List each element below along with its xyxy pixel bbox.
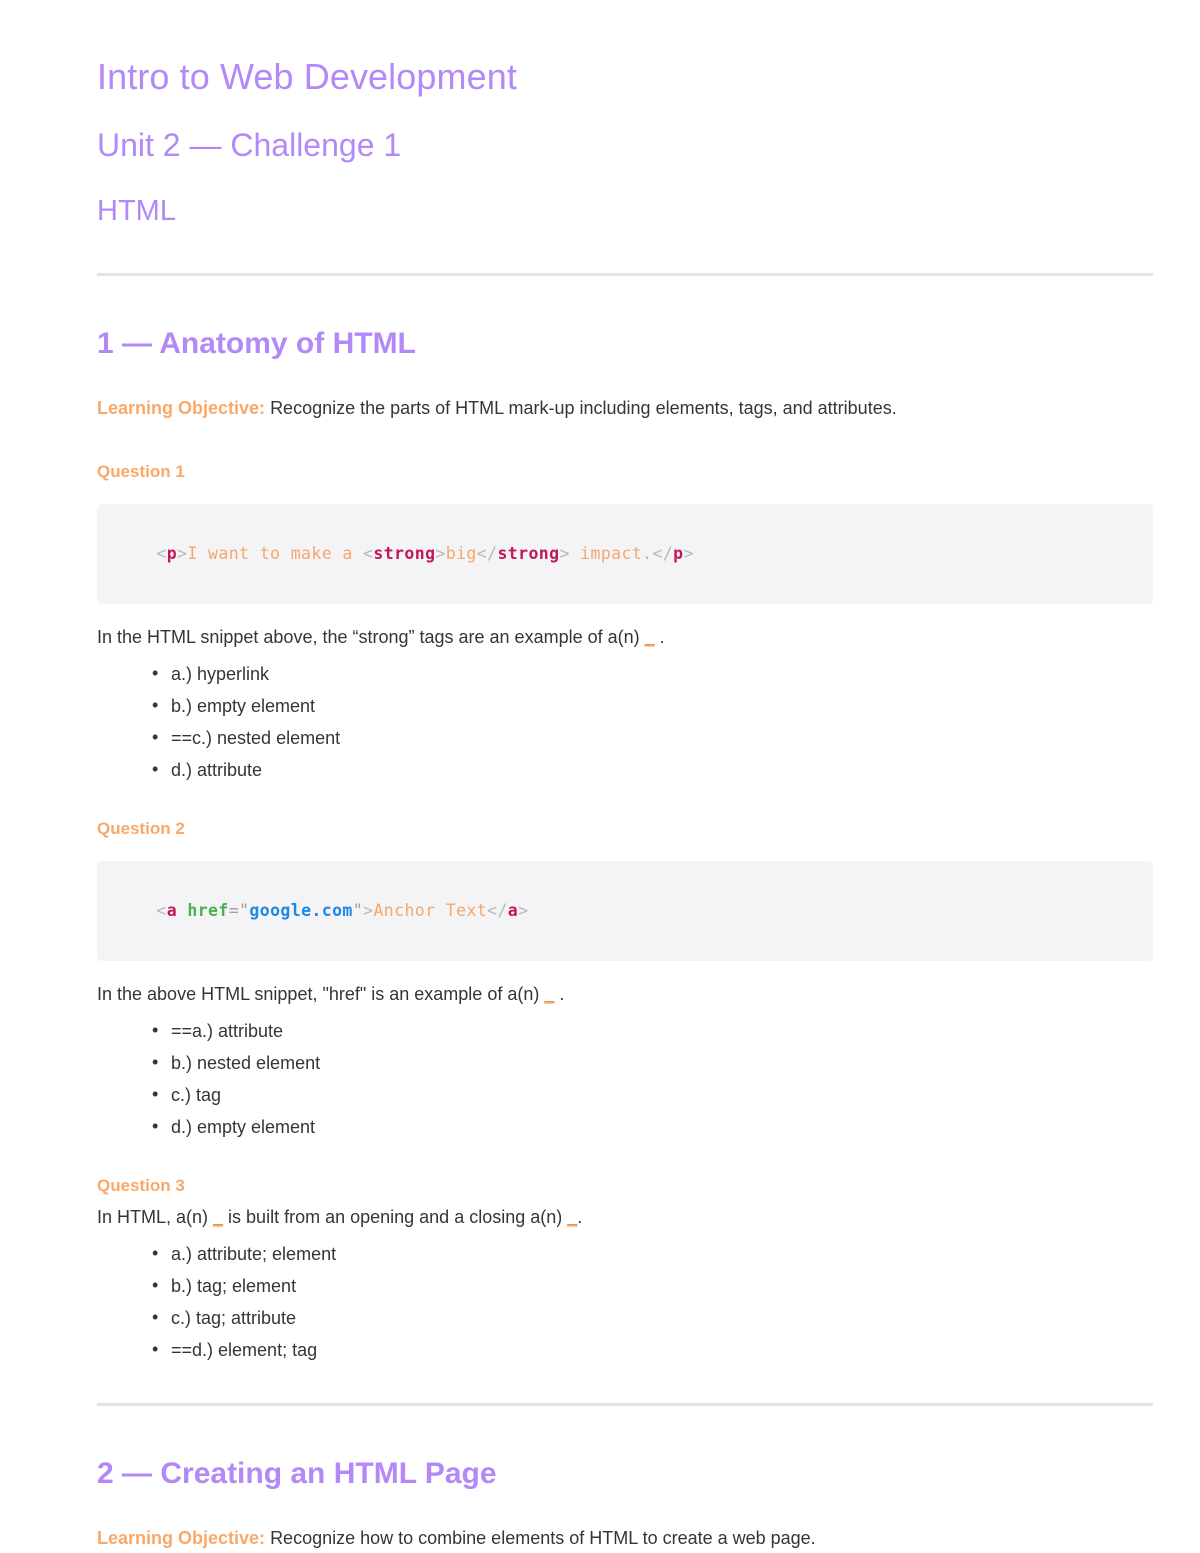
question-prompt-1: In the HTML snippet above, the “strong” … [97,624,1153,651]
answer-choices-1: a.) hyperlink b.) empty element ==c.) ne… [97,664,1153,779]
section-heading-1: 1 — Anatomy of HTML [97,327,416,361]
code-token: > [518,900,529,920]
code-token: > [559,543,570,563]
document-topic: HTML [97,195,176,227]
section-divider-bottom [97,1403,1153,1407]
list-item[interactable]: a.) attribute; element [152,1244,1153,1263]
list-item[interactable]: b.) tag; element [152,1276,1153,1295]
list-item[interactable]: c.) tag [152,1085,1153,1104]
section-heading-2: 2 — Creating an HTML Page [97,1457,497,1491]
question-label-3: Question 3 [97,1176,185,1196]
list-item[interactable]: ==c.) nested element [152,728,1153,747]
answer-blank-2: _ [567,1207,578,1228]
answer-choices-3: a.) attribute; element b.) tag; element … [97,1244,1153,1359]
code-tokens-1: <p>I want to make a <strong>big</strong>… [156,544,694,563]
page-title: Intro to Web Development [97,56,517,97]
prompt-text-after: . [654,627,665,648]
learning-objective-1: Learning Objective: Recognize the parts … [97,395,1153,422]
code-token: google.com [249,900,353,920]
code-token: " [352,900,364,920]
code-token: href [187,900,229,920]
code-block-1: <p>I want to make a <strong>big</strong>… [97,504,1153,605]
list-item[interactable]: d.) empty element [152,1117,1153,1136]
answer-choices-2: ==a.) attribute b.) nested element c.) t… [97,1021,1153,1136]
answer-blank: _ [544,984,555,1005]
code-token: p [673,543,684,563]
code-token: = [228,900,240,920]
prompt-text-before: In the HTML snippet above, the “strong” … [97,627,645,648]
prompt-text-mid: is built from an opening and a closing a… [223,1207,568,1228]
prompt-text-before: In HTML, a(n) [97,1207,214,1228]
code-token: a [166,900,178,920]
question-label-1: Question 1 [97,462,185,482]
code-tokens-2: <a href="google.com">Anchor Text</a> [156,901,528,920]
code-token: " [239,900,250,920]
list-item[interactable]: a.) hyperlink [152,664,1153,683]
question-prompt-3: In HTML, a(n) _ is built from an opening… [97,1204,1153,1231]
code-token: Anchor Text [373,900,488,920]
list-item[interactable]: ==a.) attribute [152,1021,1153,1040]
list-item[interactable]: d.) attribute [152,760,1153,779]
learning-objective-label: Learning Objective: [97,1528,266,1549]
code-token: p [166,543,178,563]
list-item[interactable]: c.) tag; attribute [152,1308,1153,1327]
list-item[interactable]: b.) nested element [152,1053,1153,1072]
code-token: big [445,543,477,563]
answer-blank: _ [644,627,655,648]
learning-objective-label: Learning Objective: [97,398,266,419]
learning-objective-2: Learning Objective: Recognize how to com… [97,1525,1153,1552]
code-token: </ [476,543,498,563]
code-block-2: <a href="google.com">Anchor Text</a> [97,861,1153,962]
code-token: > [683,543,694,563]
code-token: </ [652,543,674,563]
question-label-2: Question 2 [97,819,185,839]
code-token: < [156,900,167,920]
prompt-text-after: . [577,1207,583,1228]
prompt-text-before: In the above HTML snippet, "href" is an … [97,984,545,1005]
answer-blank: _ [213,1207,224,1228]
question-prompt-2: In the above HTML snippet, "href" is an … [97,981,1153,1008]
learning-objective-text: Recognize how to combine elements of HTM… [270,1528,816,1549]
code-token: > [435,543,446,563]
code-token: > [363,900,374,920]
list-item[interactable]: ==d.) element; tag [152,1340,1153,1359]
code-token: I want to make a [187,543,364,563]
list-item[interactable]: b.) empty element [152,696,1153,715]
learning-objective-text: Recognize the parts of HTML mark-up incl… [270,398,897,419]
code-token: < [156,543,167,563]
code-token: strong [497,543,560,563]
code-token: impact. [569,543,653,563]
code-token: > [177,543,188,563]
code-token: strong [373,543,436,563]
section-divider-top [97,273,1153,277]
code-token: </ [487,900,508,920]
code-token: a [507,900,519,920]
document-page: Intro to Web Development Unit 2 — Challe… [0,0,1200,1552]
document-subtitle: Unit 2 — Challenge 1 [97,127,402,163]
code-token: < [363,543,374,563]
prompt-text-after: . [554,984,565,1005]
